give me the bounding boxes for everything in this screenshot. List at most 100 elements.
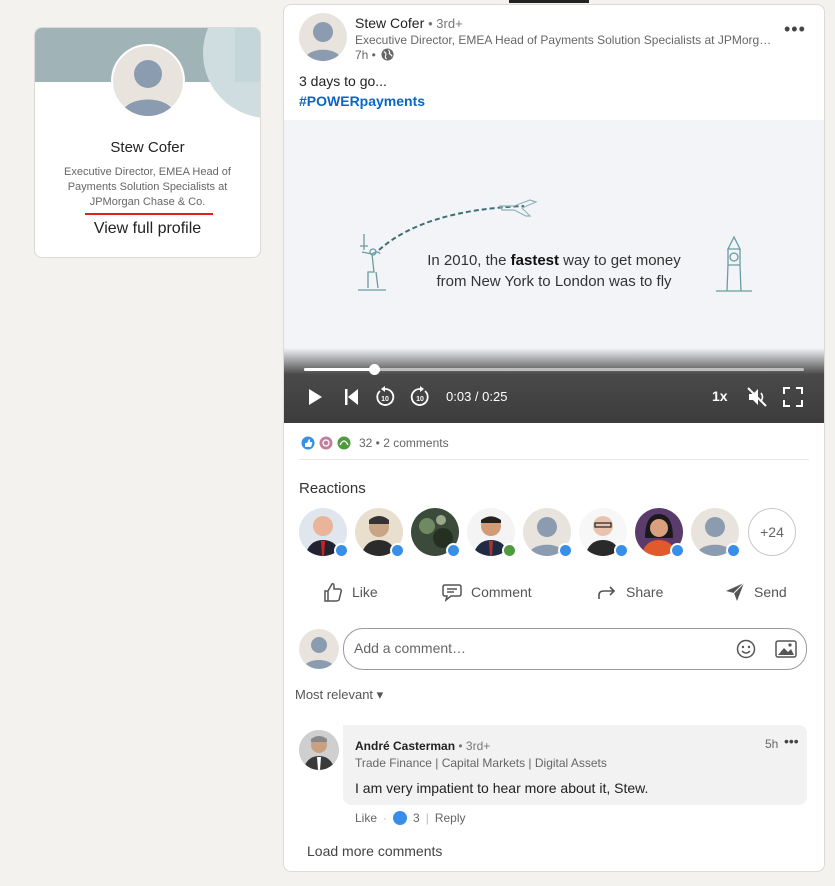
statue-of-liberty-icon [358,234,386,291]
comment-button[interactable]: Comment [441,580,532,604]
connection-degree: • 3rd+ [458,739,491,753]
author-name[interactable]: Stew Cofer • 3rd+ [355,15,463,31]
reply-button[interactable]: Reply [435,811,466,825]
comment-actions: Like · 3 | Reply [355,811,466,825]
comment-placeholder: Add a comment… [354,640,467,656]
caret-down-icon: ▾ [376,687,384,702]
more-reactors-button[interactable]: +24 [748,508,796,556]
hashtag-link[interactable]: #POWERpayments [299,93,425,109]
video-progress-fill [304,368,374,371]
playback-speed-button[interactable]: 1x [712,388,728,404]
more-options-icon[interactable]: ••• [784,19,806,40]
globe-icon [381,48,394,61]
image-icon[interactable] [775,639,797,659]
commenter-name[interactable]: André Casterman • 3rd+ [355,739,490,753]
support-badge-icon [502,543,517,558]
author-headline: Executive Director, EMEA Head of Payment… [355,33,775,47]
author-avatar[interactable] [299,13,347,61]
thumbs-up-icon [324,583,343,602]
rewind-10-icon[interactable]: 10 [374,386,396,408]
video-time: 0:03 / 0:25 [446,389,508,404]
like-badge-icon [334,543,349,558]
banner-stripe [235,28,260,82]
comment-more-icon[interactable]: ••• [784,733,799,749]
profile-card: Stew Cofer Executive Director, EMEA Head… [34,27,261,258]
like-badge-icon [446,543,461,558]
fullscreen-icon[interactable] [782,386,804,408]
forward-10-icon[interactable]: 10 [409,386,431,408]
send-plane-icon [726,582,745,601]
default-person-icon [304,22,342,61]
like-count-icon [393,811,408,825]
separator-dot: · [383,811,388,825]
reactor-avatar[interactable] [523,508,573,558]
comment-time: 5h [765,737,779,751]
post-time: 7h • [355,48,376,62]
skip-back-icon[interactable] [340,386,362,408]
video-progress-bar[interactable] [304,364,804,375]
red-annotation-underline [85,213,213,215]
like-badge-icon [558,543,573,558]
comment-bubble: André Casterman • 3rd+ Trade Finance | C… [343,725,807,805]
play-icon[interactable] [304,386,326,408]
reactor-avatar[interactable] [411,508,461,558]
post-text: 3 days to go... [299,73,387,89]
svg-text:10: 10 [416,396,424,403]
video-scrubber-handle[interactable] [369,364,380,375]
big-ben-icon [716,235,752,292]
view-full-profile-link[interactable]: View full profile [35,220,260,238]
like-badge-icon [614,543,629,558]
mute-icon[interactable] [746,386,768,408]
reactor-avatar[interactable] [691,508,741,558]
comment-label: Comment [471,584,532,600]
svg-text:10: 10 [381,396,389,403]
comment-sort-dropdown[interactable]: Most relevant ▾ [295,687,383,703]
reaction-type-icons[interactable] [300,435,356,451]
profile-avatar[interactable] [111,44,185,118]
default-person-icon [303,637,335,669]
video-controls: 10 10 0:03 / 0:25 1x [284,348,824,423]
reactor-avatar[interactable] [299,508,349,558]
comment-text: I am very impatient to hear more about i… [355,780,649,796]
commenter-avatar[interactable] [299,730,339,770]
add-comment-input[interactable]: Add a comment… [343,628,807,670]
separator-bar: | [425,811,429,825]
send-button[interactable]: Send [724,580,787,604]
like-badge-icon [670,543,685,558]
reactions-heading: Reactions [299,480,366,497]
divider [299,459,809,460]
comment-bubble-icon [442,584,462,602]
connection-degree: • 3rd+ [428,16,463,31]
like-label: Like [352,584,378,600]
caption-start: In 2010, the [427,252,511,269]
comment-like-count[interactable]: 3 [413,811,420,825]
share-arrow-icon [598,586,616,599]
like-button[interactable]: Like [322,580,378,604]
like-badge-icon [726,543,741,558]
reaction-and-comment-count[interactable]: 32 • 2 comments [359,436,449,450]
default-person-icon [121,60,175,116]
reactor-avatar[interactable] [467,508,517,558]
commenter-name-text[interactable]: André Casterman [355,739,455,753]
profile-name[interactable]: Stew Cofer [35,139,260,156]
reactor-avatar[interactable] [579,508,629,558]
current-user-avatar [299,629,339,669]
caption-emphasis: fastest [510,252,560,269]
sort-label: Most relevant [295,687,374,702]
feed-post-card: Stew Cofer • 3rd+ Executive Director, EM… [283,4,825,872]
comment-like-button[interactable]: Like [355,811,377,825]
video-caption: In 2010, the fastest way to get money fr… [414,250,694,292]
load-more-comments-button[interactable]: Load more comments [307,843,442,859]
emoji-icon[interactable] [736,639,756,659]
reactor-avatar[interactable] [355,508,405,558]
like-badge-icon [390,543,405,558]
video-player[interactable]: In 2010, the fastest way to get money fr… [284,120,824,423]
share-label: Share [626,584,664,600]
send-label: Send [754,584,787,600]
profile-headline: Executive Director, EMEA Head of Payment… [64,166,231,208]
author-name-text[interactable]: Stew Cofer [355,15,424,31]
reactor-avatar[interactable] [635,508,685,558]
active-tab-indicator [509,0,589,3]
commenter-headline: Trade Finance | Capital Markets | Digita… [355,756,607,770]
share-button[interactable]: Share [596,580,663,604]
